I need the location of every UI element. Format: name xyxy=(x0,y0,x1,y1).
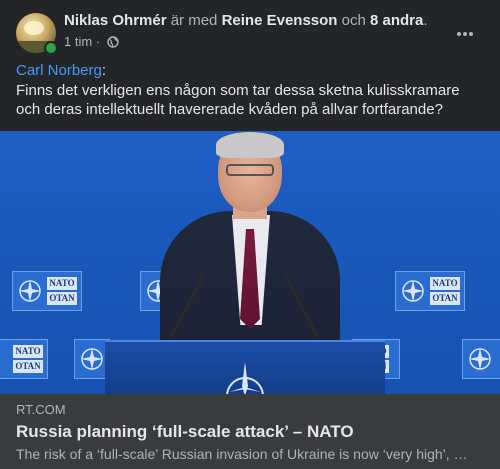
nato-logo-line2: OTAN xyxy=(47,292,77,305)
nato-logo-line1: NATO xyxy=(13,345,43,358)
mention-colon: : xyxy=(101,62,107,79)
nato-logo: NATO OTAN xyxy=(12,271,82,311)
ellipsis-icon xyxy=(457,32,473,36)
link-preview-image[interactable]: NATO OTAN NATO OTAN NATO OTAN NATO OTAN xyxy=(0,131,500,394)
mention-link[interactable]: Carl Norberg xyxy=(16,62,102,79)
nato-star-icon xyxy=(226,362,264,394)
nato-logo xyxy=(462,339,500,379)
title-period: . xyxy=(423,12,428,29)
and-text: och xyxy=(341,12,366,29)
more-options-button[interactable] xyxy=(450,16,480,46)
nato-logo-line1: NATO xyxy=(47,277,77,290)
post-header: Niklas Ohrmér är med Reine Evensson och … xyxy=(0,0,500,60)
tagged-name[interactable]: Reine Evensson xyxy=(222,12,338,29)
message-text: Finns det verkligen ens någon som tar de… xyxy=(16,81,460,119)
avatar-sun xyxy=(24,21,44,35)
link-description: The risk of a ‘full-scale’ Russian invas… xyxy=(16,446,476,462)
nato-logo: NATO OTAN xyxy=(0,339,48,379)
author-name[interactable]: Niklas Ohrmér xyxy=(64,12,167,29)
speaker-hair xyxy=(216,132,284,158)
globe-icon[interactable] xyxy=(107,36,119,51)
post-meta: 1 tim · xyxy=(64,35,119,51)
speaker-glasses xyxy=(226,164,274,176)
podium xyxy=(105,340,385,394)
nato-logo-line2: OTAN xyxy=(13,360,43,373)
post-title-line: Niklas Ohrmér är med Reine Evensson och … xyxy=(64,12,428,30)
post-message: Carl Norberg: Finns det verkligen ens nå… xyxy=(16,61,486,120)
link-preview-card[interactable]: RT.COM Russia planning ‘full-scale attac… xyxy=(0,394,500,469)
meta-separator: · xyxy=(95,34,101,49)
with-text: är med xyxy=(170,12,218,29)
nato-logo-line2: OTAN xyxy=(430,292,460,305)
facebook-post: Niklas Ohrmér är med Reine Evensson och … xyxy=(0,0,500,469)
link-domain: RT.COM xyxy=(16,402,66,417)
post-time[interactable]: 1 tim xyxy=(64,34,92,49)
others-link[interactable]: 8 andra xyxy=(370,12,423,29)
link-title[interactable]: Russia planning ‘full-scale attack’ – NA… xyxy=(16,422,354,442)
nato-logo: NATO OTAN xyxy=(395,271,465,311)
nato-logo-line1: NATO xyxy=(430,277,460,290)
online-status-icon xyxy=(44,41,58,55)
